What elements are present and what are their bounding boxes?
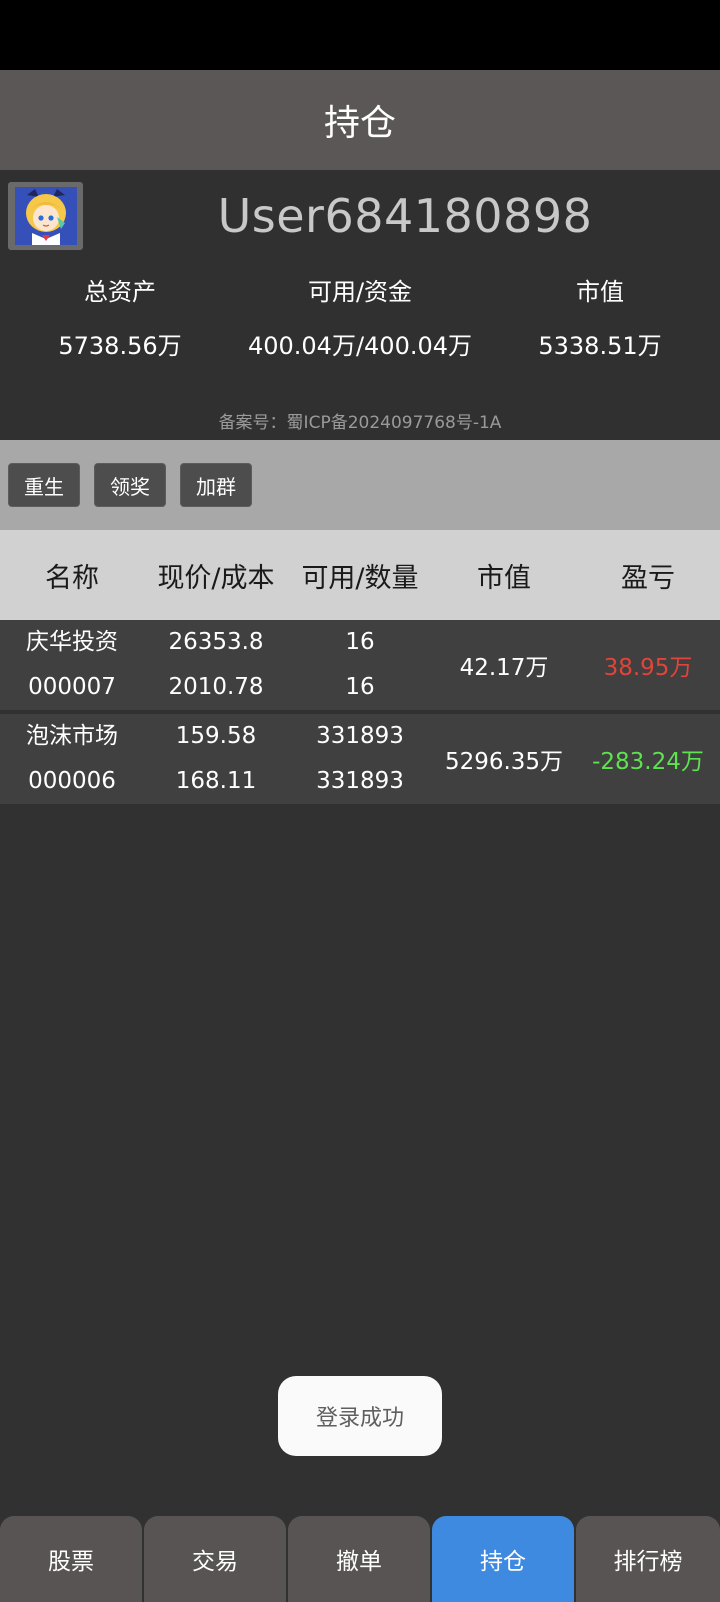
stat-value: 400.04万/400.04万: [247, 332, 473, 360]
stat-available-funds: 可用/资金 400.04万/400.04万: [240, 270, 480, 368]
available-shares: 331893: [316, 723, 404, 749]
tab-holdings[interactable]: 持仓: [432, 1516, 574, 1602]
column-header: 盈亏: [621, 562, 675, 594]
action-bar: 重生 领奖 加群: [0, 440, 720, 530]
stat-value: 5738.56万: [58, 332, 182, 360]
column-header: 现价/成本: [157, 562, 275, 594]
price-cost-cell: 26353.8 2010.78: [144, 620, 288, 710]
available-quantity-cell: 16 16: [288, 620, 432, 710]
stock-code: 000006: [28, 768, 116, 794]
stock-name-cell: 庆华投资 000007: [0, 620, 144, 710]
tab-leaderboard[interactable]: 排行榜: [576, 1516, 720, 1602]
column-header: 可用/数量: [301, 562, 419, 594]
total-shares: 331893: [316, 768, 404, 794]
total-shares: 16: [345, 674, 375, 700]
stat-total-assets: 总资产 5738.56万: [0, 270, 240, 368]
avatar[interactable]: [8, 182, 83, 250]
app-screen: 持仓 User684180898 总资产 5738.56万 可用/资金 400.…: [0, 0, 720, 1602]
profit-loss: -283.24万: [592, 749, 704, 775]
market-value: 42.17万: [459, 655, 549, 681]
title-bar: 持仓: [0, 70, 720, 170]
account-stats: 总资产 5738.56万 可用/资金 400.04万/400.04万 市值 53…: [0, 270, 720, 368]
stat-label: 市值: [576, 278, 624, 306]
bottom-nav: 股票 交易 撤单 持仓 排行榜: [0, 1516, 720, 1602]
anime-girl-avatar-icon: [14, 187, 77, 245]
stat-market-value: 市值 5338.51万: [480, 270, 720, 368]
price-cost-cell: 159.58 168.11: [144, 714, 288, 804]
available-shares: 16: [345, 629, 375, 655]
available-quantity-cell: 331893 331893: [288, 714, 432, 804]
tab-trade[interactable]: 交易: [144, 1516, 286, 1602]
column-header: 市值: [477, 562, 531, 594]
stock-name-cell: 泡沫市场 000006: [0, 714, 144, 804]
stat-value: 5338.51万: [538, 332, 662, 360]
toast-message: 登录成功: [278, 1376, 442, 1456]
stock-name: 泡沫市场: [26, 723, 118, 749]
profit-loss: 38.95万: [603, 655, 693, 681]
username: User684180898: [217, 189, 593, 243]
market-value: 5296.35万: [444, 749, 564, 775]
tab-stocks[interactable]: 股票: [0, 1516, 142, 1602]
rebirth-button[interactable]: 重生: [8, 463, 80, 507]
holdings-table-header: 名称 现价/成本 可用/数量 市值 盈亏: [0, 530, 720, 620]
stat-label: 可用/资金: [307, 278, 413, 306]
table-row[interactable]: 庆华投资 000007 26353.8 2010.78 16 16 42.17万…: [0, 620, 720, 710]
icp-record: 备案号：蜀ICP备2024097768号-1A: [218, 413, 502, 433]
stock-code: 000007: [28, 674, 116, 700]
current-price: 159.58: [175, 723, 257, 749]
tab-cancel-order[interactable]: 撤单: [288, 1516, 430, 1602]
cost-price: 168.11: [175, 768, 257, 794]
claim-reward-button[interactable]: 领奖: [94, 463, 166, 507]
column-header: 名称: [45, 562, 99, 594]
current-price: 26353.8: [168, 629, 264, 655]
status-bar: [0, 0, 720, 70]
stock-name: 庆华投资: [26, 629, 118, 655]
page-title: 持仓: [323, 103, 396, 144]
table-row[interactable]: 泡沫市场 000006 159.58 168.11 331893 331893 …: [0, 714, 720, 804]
stat-label: 总资产: [84, 278, 156, 306]
cost-price: 2010.78: [168, 674, 264, 700]
profile-panel: User684180898 总资产 5738.56万 可用/资金 400.04万…: [0, 170, 720, 440]
join-group-button[interactable]: 加群: [180, 463, 252, 507]
